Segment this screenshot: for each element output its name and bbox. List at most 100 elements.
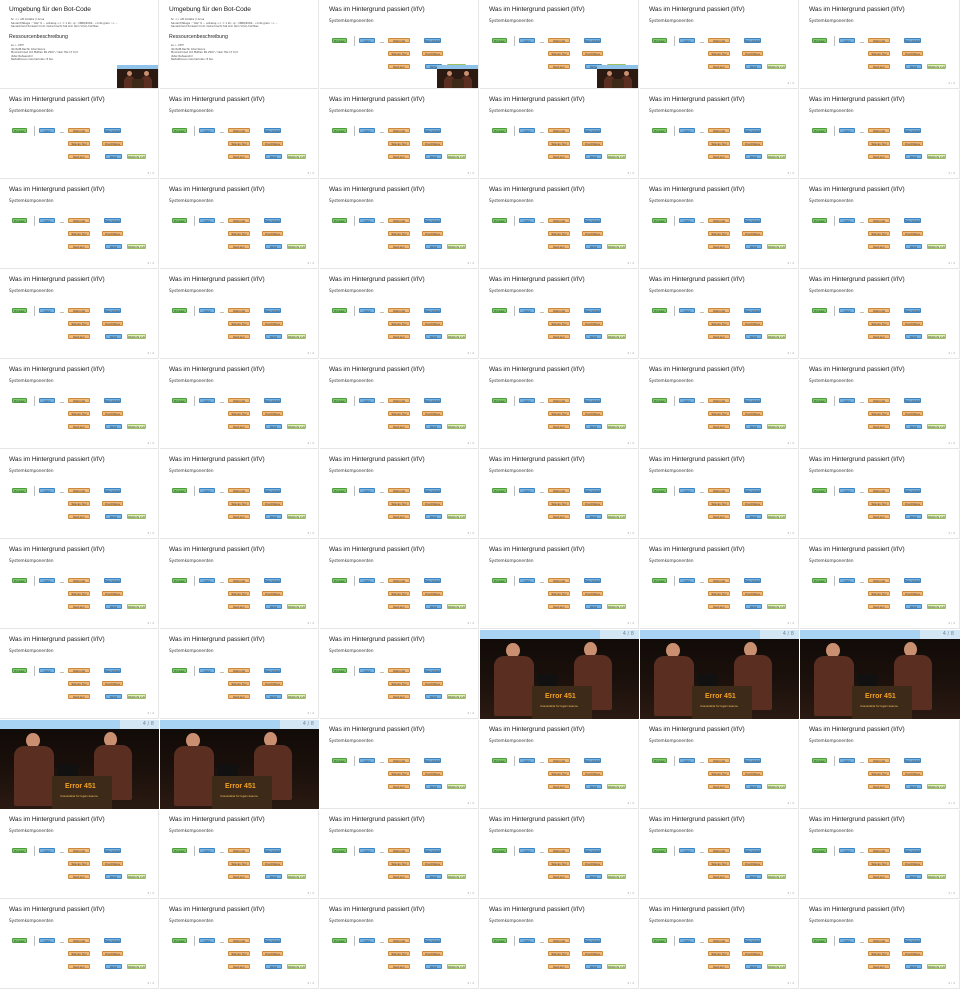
thumbnail-cell[interactable]: Was im Hintergrund passiert (I/IV) System… bbox=[800, 270, 960, 359]
connector-line bbox=[354, 756, 355, 766]
component-box-redis: Redis bbox=[425, 784, 442, 789]
thumbnail-cell[interactable]: 4 / 8 Error 451 Unavailable for legal reas… bbox=[480, 630, 639, 719]
thumbnail-cell[interactable]: Was im Hintergrund passiert (I/IV) System… bbox=[0, 450, 159, 539]
thumbnail-cell[interactable]: Was im Hintergrund passiert (I/IV) System… bbox=[0, 900, 159, 989]
slide-subtitle: Systemkomponenten bbox=[489, 918, 534, 923]
thumbnail-cell[interactable]: Was im Hintergrund passiert (I/IV) System… bbox=[320, 0, 479, 89]
component-box-telecap: Telecap hier bbox=[868, 141, 890, 146]
thumbnail-cell[interactable]: Was im Hintergrund passiert (I/IV) System… bbox=[160, 180, 319, 269]
thumbnail-cell[interactable]: Was im Hintergrund passiert (I/IV) System… bbox=[800, 450, 960, 539]
thumbnail-cell[interactable]: 4 / 8 Error 451 Unavailable for legal reas… bbox=[800, 630, 960, 719]
thumbnail-cell[interactable]: Was im Hintergrund passiert (I/IV) System… bbox=[640, 720, 799, 809]
thumbnail-cell[interactable]: Was im Hintergrund passiert (I/IV) System… bbox=[160, 900, 319, 989]
thumbnail-cell[interactable]: Was im Hintergrund passiert (I/IV) System… bbox=[800, 720, 960, 809]
component-box-nginx: nginx bbox=[199, 938, 215, 943]
thumbnail-cell[interactable]: Was im Hintergrund passiert (I/IV) System… bbox=[480, 360, 639, 449]
thumbnail-cell[interactable]: Was im Hintergrund passiert (I/IV) System… bbox=[320, 450, 479, 539]
thumbnail-cell[interactable]: Was im Hintergrund passiert (I/IV) System… bbox=[0, 810, 159, 899]
component-box-redis: Redis bbox=[105, 514, 122, 519]
thumbnail-cell[interactable]: Was im Hintergrund passiert (I/IV) System… bbox=[320, 720, 479, 809]
slide-title: Was im Hintergrund passiert (I/IV) bbox=[169, 816, 265, 823]
connector-line bbox=[514, 396, 515, 406]
connector-line bbox=[220, 852, 224, 853]
component-box-webcode2: Webbots p.Arbeit bbox=[447, 784, 466, 789]
thumbnail-cell[interactable]: Was im Hintergrund passiert (I/IV) System… bbox=[160, 90, 319, 179]
component-box-webcode: Webcode bbox=[228, 488, 250, 493]
component-box-telecap: Telecap hier bbox=[68, 681, 90, 686]
component-box-telecap: Telecap hier bbox=[388, 141, 410, 146]
thumbnail-cell[interactable]: 4 / 8 Error 451 Unavailable for legal reas… bbox=[640, 630, 799, 719]
thumbnail-cell[interactable]: Was im Hintergrund passiert (I/IV) System… bbox=[0, 180, 159, 269]
thumbnail-cell[interactable]: Was im Hintergrund passiert (I/IV) System… bbox=[640, 360, 799, 449]
thumbnail-cell[interactable]: Was im Hintergrund passiert (I/IV) System… bbox=[320, 540, 479, 629]
component-box-pass_ip: Pass ipt/Api bbox=[744, 128, 761, 133]
thumbnail-cell[interactable]: Was im Hintergrund passiert (I/IV) System… bbox=[640, 180, 799, 269]
slide-title: Was im Hintergrund passiert (I/IV) bbox=[329, 366, 425, 373]
thumbnail-cell[interactable]: Was im Hintergrund passiert (I/IV) System… bbox=[160, 360, 319, 449]
thumbnail-cell[interactable]: Was im Hintergrund passiert (I/IV) System… bbox=[0, 630, 159, 719]
thumbnail-cell[interactable]: Was im Hintergrund passiert (I/IV) System… bbox=[640, 270, 799, 359]
component-box-client_rel: Client/Relay bbox=[902, 141, 923, 146]
thumbnail-cell[interactable]: 4 / 8 Error 451 Unavailable for legal reas… bbox=[0, 720, 159, 809]
thumbnail-cell[interactable]: Was im Hintergrund passiert (I/IV) System… bbox=[640, 900, 799, 989]
thumbnail-cell[interactable]: 4 / 8 Error 451 Unavailable for legal reas… bbox=[160, 720, 319, 809]
thumbnail-cell[interactable]: Was im Hintergrund passiert (I/IV) System… bbox=[160, 270, 319, 359]
thumbnail-cell[interactable]: Was im Hintergrund passiert (I/IV) System… bbox=[800, 360, 960, 449]
thumbnail-cell[interactable]: Umgebung für den Bot-Code Sr. <> att Coll… bbox=[0, 0, 159, 89]
inset-sky-bar bbox=[117, 65, 158, 69]
thumbnail-cell[interactable]: Was im Hintergrund passiert (I/IV) System… bbox=[480, 0, 639, 89]
thumbnail-cell[interactable]: Was im Hintergrund passiert (I/IV) System… bbox=[320, 180, 479, 269]
slide-title: Was im Hintergrund passiert (I/IV) bbox=[9, 816, 105, 823]
thumbnail-cell[interactable]: Was im Hintergrund passiert (I/IV) System… bbox=[0, 90, 159, 179]
thumbnail-cell[interactable]: Was im Hintergrund passiert (I/IV) System… bbox=[320, 900, 479, 989]
slide-subtitle: Systemkomponenten bbox=[489, 198, 534, 203]
thumbnail-cell[interactable]: Was im Hintergrund passiert (I/IV) System… bbox=[160, 540, 319, 629]
thumbnail-cell[interactable]: Was im Hintergrund passiert (I/IV) System… bbox=[800, 0, 960, 89]
connector-line bbox=[514, 576, 515, 586]
thumbnail-cell[interactable]: Was im Hintergrund passiert (I/IV) System… bbox=[800, 90, 960, 179]
page-number: 4 / 4 bbox=[467, 261, 474, 265]
component-box-telecap: Telecap hier bbox=[68, 231, 90, 236]
component-box-nginx: nginx bbox=[39, 308, 55, 313]
thumbnail-cell[interactable]: Was im Hintergrund passiert (I/IV) System… bbox=[160, 450, 319, 539]
thumbnail-cell[interactable]: Was im Hintergrund passiert (I/IV) System… bbox=[160, 630, 319, 719]
thumbnail-cell[interactable]: Was im Hintergrund passiert (I/IV) System… bbox=[800, 540, 960, 629]
podium-sign-title: Error 451 bbox=[865, 693, 896, 700]
component-box-redis: Redis bbox=[585, 334, 602, 339]
thumbnail-cell[interactable]: Was im Hintergrund passiert (I/IV) System… bbox=[0, 540, 159, 629]
component-box-client_rel: Client/Relay bbox=[422, 861, 443, 866]
thumbnail-cell[interactable]: Was im Hintergrund passiert (I/IV) System… bbox=[640, 810, 799, 899]
thumbnail-cell[interactable]: Was im Hintergrund passiert (I/IV) System… bbox=[480, 810, 639, 899]
thumbnail-cell[interactable]: Was im Hintergrund passiert (I/IV) System… bbox=[480, 270, 639, 359]
thumbnail-cell[interactable]: Was im Hintergrund passiert (I/IV) System… bbox=[480, 450, 639, 539]
component-box-rest_anp: Rest-anp bbox=[388, 874, 410, 879]
thumbnail-cell[interactable]: Was im Hintergrund passiert (I/IV) System… bbox=[480, 90, 639, 179]
thumbnail-cell[interactable]: Was im Hintergrund passiert (I/IV) System… bbox=[160, 810, 319, 899]
thumbnail-cell[interactable]: Umgebung für den Bot-Code Sr. <> att Coll… bbox=[160, 0, 319, 89]
thumbnail-cell[interactable]: Was im Hintergrund passiert (I/IV) System… bbox=[640, 90, 799, 179]
thumbnail-cell[interactable]: Was im Hintergrund passiert (I/IV) System… bbox=[640, 540, 799, 629]
slide-subtitle: Systemkomponenten bbox=[169, 288, 214, 293]
thumbnail-cell[interactable]: Was im Hintergrund passiert (I/IV) System… bbox=[800, 810, 960, 899]
component-box-pass_ip: Pass ipt/Api bbox=[104, 218, 121, 223]
thumbnail-cell[interactable]: Was im Hintergrund passiert (I/IV) System… bbox=[0, 360, 159, 449]
thumbnail-cell[interactable]: Was im Hintergrund passiert (I/IV) System… bbox=[480, 180, 639, 269]
speaker-body bbox=[174, 746, 214, 806]
slide-title: Was im Hintergrund passiert (I/IV) bbox=[9, 276, 105, 283]
thumbnail-cell[interactable]: Was im Hintergrund passiert (I/IV) System… bbox=[800, 180, 960, 269]
component-box-redis: Redis bbox=[745, 244, 762, 249]
thumbnail-cell[interactable]: Was im Hintergrund passiert (I/IV) System… bbox=[320, 630, 479, 719]
thumbnail-cell[interactable]: Was im Hintergrund passiert (I/IV) System… bbox=[480, 720, 639, 809]
component-box-browser: Browser bbox=[172, 938, 187, 943]
thumbnail-cell[interactable]: Was im Hintergrund passiert (I/IV) System… bbox=[320, 270, 479, 359]
thumbnail-cell[interactable]: Was im Hintergrund passiert (I/IV) System… bbox=[640, 0, 799, 89]
thumbnail-cell[interactable]: Was im Hintergrund passiert (I/IV) System… bbox=[800, 900, 960, 989]
thumbnail-cell[interactable]: Was im Hintergrund passiert (I/IV) System… bbox=[320, 360, 479, 449]
thumbnail-cell[interactable]: Was im Hintergrund passiert (I/IV) System… bbox=[0, 270, 159, 359]
connector-line bbox=[194, 666, 195, 676]
thumbnail-cell[interactable]: Was im Hintergrund passiert (I/IV) System… bbox=[480, 900, 639, 989]
thumbnail-cell[interactable]: Was im Hintergrund passiert (I/IV) System… bbox=[320, 90, 479, 179]
thumbnail-cell[interactable]: Was im Hintergrund passiert (I/IV) System… bbox=[480, 540, 639, 629]
thumbnail-cell[interactable]: Was im Hintergrund passiert (I/IV) System… bbox=[320, 810, 479, 899]
thumbnail-cell[interactable]: Was im Hintergrund passiert (I/IV) System… bbox=[640, 450, 799, 539]
